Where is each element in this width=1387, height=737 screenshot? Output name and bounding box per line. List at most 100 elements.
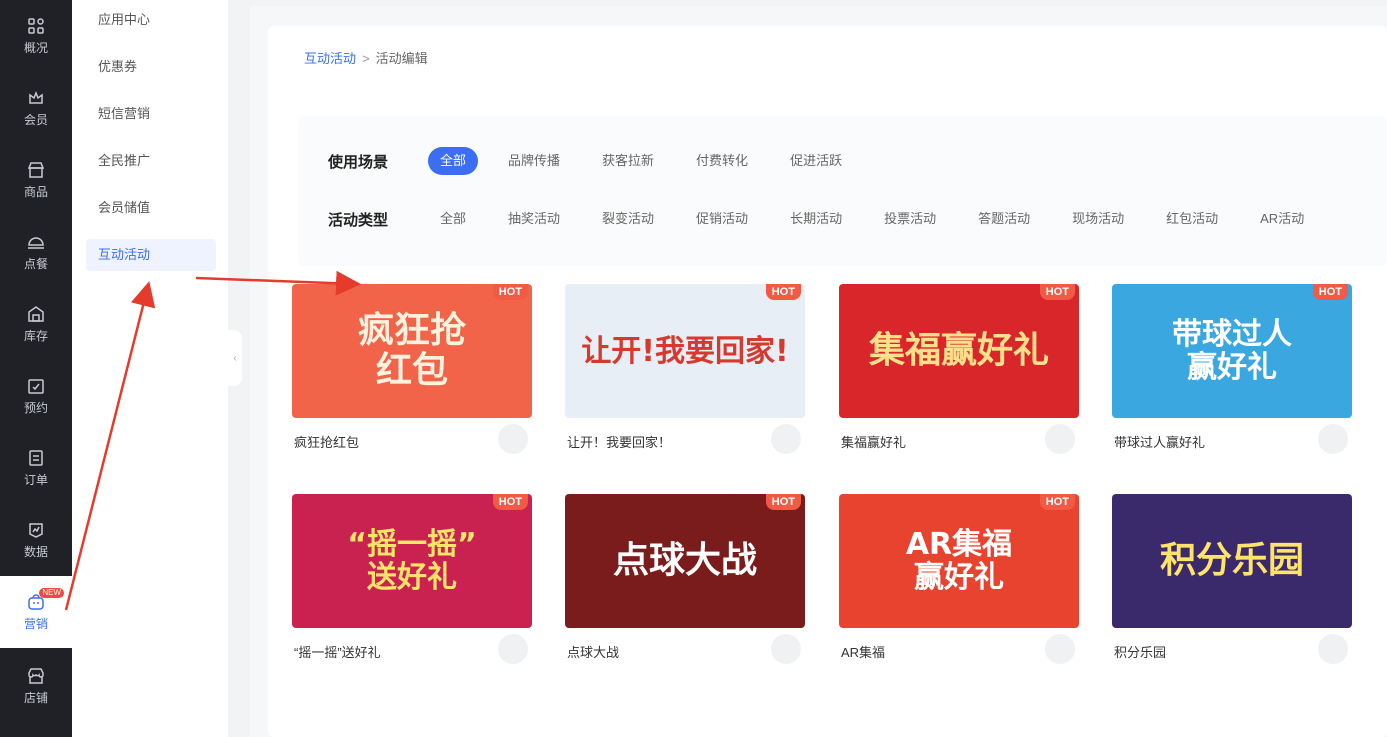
thumbnail-caption: 疯狂抢 红包 — [357, 310, 466, 391]
type-chip-promotion[interactable]: 促销活动 — [684, 205, 760, 233]
type-chip-redpacket[interactable]: 红包活动 — [1154, 205, 1230, 233]
activity-card[interactable]: AR集福 赢好礼 HOT AR集福 — [833, 484, 1089, 684]
warehouse-icon — [28, 305, 44, 322]
more-options-button[interactable] — [771, 424, 801, 454]
activity-title: 让开！我要回家！ — [567, 435, 672, 450]
breadcrumb-parent-link[interactable]: 互动活动 — [304, 51, 356, 66]
type-chip-lottery[interactable]: 抽奖活动 — [496, 205, 572, 233]
new-badge: NEW — [39, 588, 64, 598]
activity-card[interactable]: 积分乐园 积分乐园 — [1106, 484, 1362, 684]
scene-chip-acquire[interactable]: 获客拉新 — [590, 147, 666, 175]
sub-item-coupons[interactable]: 优惠券 — [86, 51, 216, 83]
type-chip-fission[interactable]: 裂变活动 — [590, 205, 666, 233]
shop-icon — [28, 667, 44, 684]
hot-badge: HOT — [1039, 494, 1075, 510]
more-options-button[interactable] — [498, 634, 528, 664]
thumbnail-caption: “摇一摇” 送好礼 — [347, 527, 477, 595]
type-chip-quiz[interactable]: 答题活动 — [966, 205, 1042, 233]
thumbnail-caption: AR集福 赢好礼 — [905, 527, 1013, 595]
sub-item-app-center[interactable]: 应用中心 — [86, 4, 216, 36]
activity-thumbnail[interactable]: 让开!我要回家! HOT — [565, 284, 805, 418]
activity-card[interactable]: “摇一摇” 送好礼 HOT “摇一摇”送好礼 — [286, 484, 542, 684]
nav-label: 商品 — [23, 184, 48, 199]
type-chip-vote[interactable]: 投票活动 — [872, 205, 948, 233]
activity-thumbnail[interactable]: 点球大战 HOT — [565, 494, 805, 628]
sub-item-interactive-activity[interactable]: 互动活动 — [86, 239, 216, 271]
filter-box: 使用场景 全部 品牌传播 获客拉新 付费转化 促进活跃 活动类型 全部 抽奖活动… — [298, 116, 1387, 266]
more-options-button[interactable] — [771, 634, 801, 664]
hot-badge: HOT — [1039, 284, 1075, 300]
scene-chip-all[interactable]: 全部 — [428, 147, 479, 175]
activity-card[interactable]: 带球过人 赢好礼 HOT 带球过人赢好礼 — [1106, 274, 1362, 474]
type-filter-title: 活动类型 — [328, 211, 389, 229]
type-chip-ar[interactable]: AR活动 — [1248, 205, 1316, 233]
activity-title: 疯狂抢红包 — [294, 435, 360, 450]
thumbnail-caption: 集福赢好礼 — [868, 330, 1049, 372]
main-nav: 概况 会员 商品 点餐 库存 预约 订单 数据 营销 NEW 店铺 — [0, 0, 72, 737]
more-options-button[interactable] — [1045, 424, 1075, 454]
scene-filter-row: 使用场景 全部 品牌传播 获客拉新 付费转化 促进活跃 — [328, 146, 872, 176]
thumbnail-caption: 积分乐园 — [1159, 540, 1304, 582]
nav-item-inventory[interactable]: 库存 — [0, 288, 72, 360]
nav-item-order-food[interactable]: 点餐 — [0, 216, 72, 288]
scene-filter-title: 使用场景 — [328, 153, 389, 171]
activity-title: 集福赢好礼 — [841, 435, 907, 450]
hot-badge: HOT — [492, 284, 528, 300]
activity-card[interactable]: 集福赢好礼 HOT 集福赢好礼 — [833, 274, 1089, 474]
collapse-sidebar-button[interactable]: ‹ — [228, 330, 242, 386]
nav-item-goods[interactable]: 商品 — [0, 144, 72, 216]
scene-chip-convert[interactable]: 付费转化 — [684, 147, 760, 175]
more-options-button[interactable] — [498, 424, 528, 454]
activity-thumbnail[interactable]: AR集福 赢好礼 HOT — [839, 494, 1079, 628]
main-area: 互动活动 > 活动编辑 使用场景 全部 品牌传播 获客拉新 付费转化 促进活跃 活动… — [250, 6, 1387, 737]
scene-chip-brand[interactable]: 品牌传播 — [496, 147, 572, 175]
nav-label: 店铺 — [23, 690, 48, 705]
crown-icon — [29, 90, 43, 104]
calendar-check-icon — [28, 378, 44, 394]
nav-item-member[interactable]: 会员 — [0, 72, 72, 144]
dish-icon — [28, 236, 44, 249]
order-icon — [29, 449, 43, 466]
nav-item-shop[interactable]: 店铺 — [0, 650, 72, 722]
sub-item-member-recharge[interactable]: 会员储值 — [86, 192, 216, 224]
activity-title: AR集福 — [841, 645, 886, 660]
nav-label: 概况 — [23, 40, 48, 55]
activity-thumbnail[interactable]: 带球过人 赢好礼 HOT — [1112, 284, 1352, 418]
activity-card[interactable]: 疯狂抢 红包 HOT 疯狂抢红包 — [286, 274, 542, 474]
type-chip-all[interactable]: 全部 — [428, 205, 478, 233]
activity-thumbnail[interactable]: 疯狂抢 红包 HOT — [292, 284, 532, 418]
breadcrumb: 互动活动 > 活动编辑 — [304, 48, 428, 67]
type-filter-row: 活动类型 全部 抽奖活动 裂变活动 促销活动 长期活动 投票活动 答题活动 现场… — [328, 204, 1334, 234]
nav-label: 库存 — [23, 328, 48, 343]
nav-item-overview[interactable]: 概况 — [0, 0, 72, 72]
nav-item-marketing[interactable]: 营销 NEW — [0, 576, 72, 648]
chevron-left-icon: ‹ — [233, 352, 237, 364]
hot-badge: HOT — [1312, 284, 1348, 300]
more-options-button[interactable] — [1318, 634, 1348, 664]
type-chip-longterm[interactable]: 长期活动 — [778, 205, 854, 233]
thumbnail-caption: 让开!我要回家! — [581, 333, 789, 369]
activity-thumbnail[interactable]: “摇一摇” 送好礼 HOT — [292, 494, 532, 628]
activity-thumbnail[interactable]: 集福赢好礼 HOT — [839, 284, 1079, 418]
nav-item-data[interactable]: 数据 — [0, 504, 72, 576]
thumbnail-caption: 带球过人 赢好礼 — [1172, 317, 1292, 385]
hot-badge: HOT — [765, 494, 801, 510]
nav-item-booking[interactable]: 预约 — [0, 360, 72, 432]
scene-chip-active[interactable]: 促进活跃 — [778, 147, 854, 175]
store-icon — [27, 161, 45, 178]
breadcrumb-current: 活动编辑 — [375, 51, 428, 66]
activity-card[interactable]: 让开!我要回家! HOT 让开！我要回家！ — [559, 274, 815, 474]
more-options-button[interactable] — [1318, 424, 1348, 454]
nav-label: 会员 — [23, 112, 48, 127]
sub-menu: 应用中心 优惠券 短信营销 全民推广 会员储值 互动活动 — [72, 0, 228, 737]
nav-item-orders[interactable]: 订单 — [0, 432, 72, 504]
sub-item-referral[interactable]: 全民推广 — [86, 145, 216, 177]
thumbnail-caption: 点球大战 — [612, 540, 757, 582]
activity-thumbnail[interactable]: 积分乐园 — [1112, 494, 1352, 628]
sub-item-sms-marketing[interactable]: 短信营销 — [86, 98, 216, 130]
nav-label: 营销 — [23, 616, 48, 631]
nav-label: 点餐 — [23, 256, 48, 271]
type-chip-onsite[interactable]: 现场活动 — [1060, 205, 1136, 233]
activity-card[interactable]: 点球大战 HOT 点球大战 — [559, 484, 815, 684]
more-options-button[interactable] — [1045, 634, 1075, 664]
